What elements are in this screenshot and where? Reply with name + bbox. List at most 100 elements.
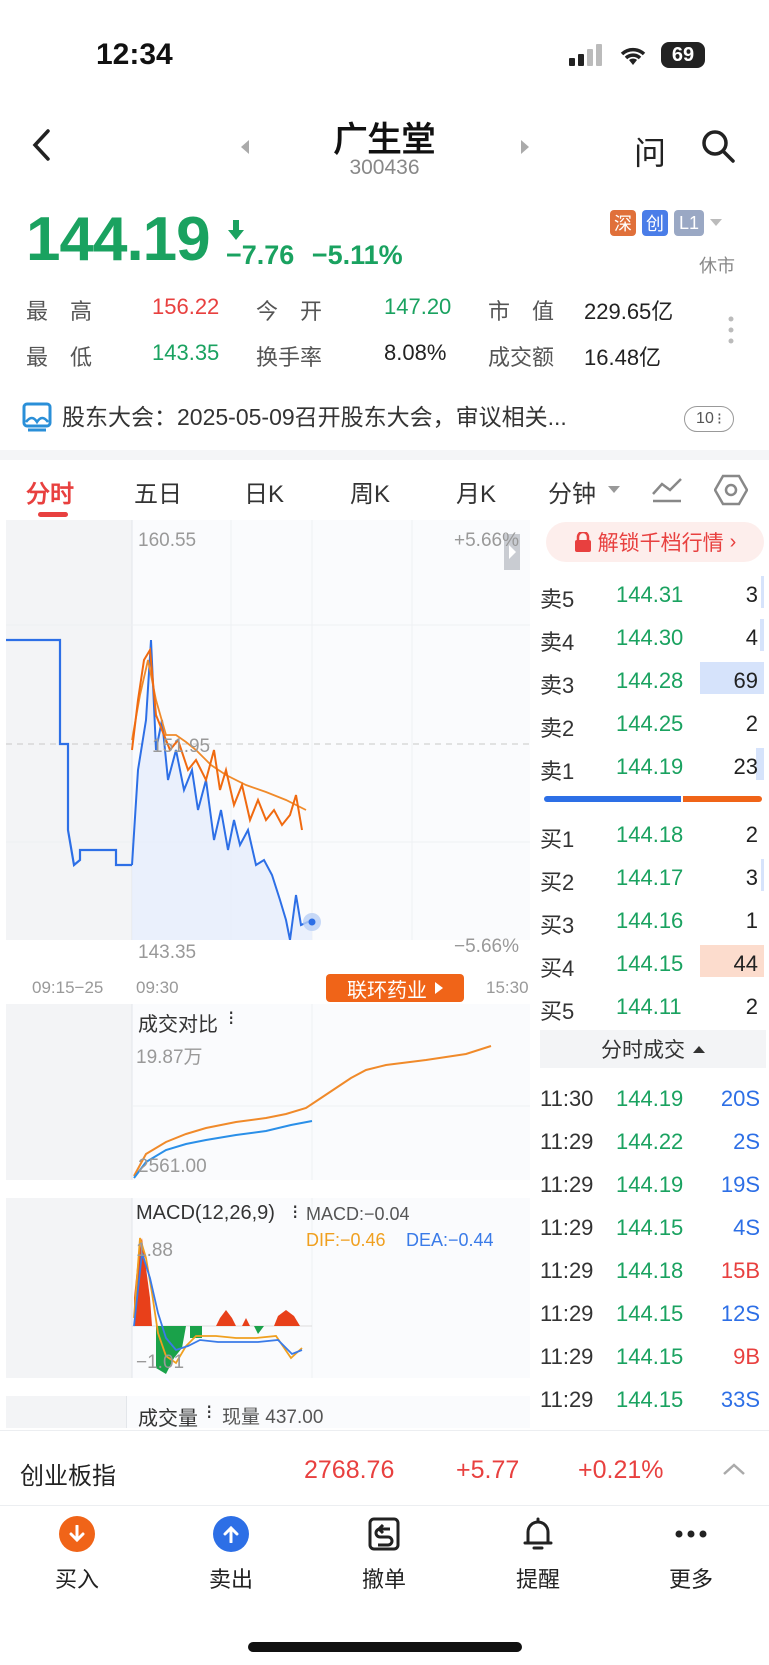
order-vol: 1 [745, 908, 758, 933]
price-down-arrow-icon [228, 220, 244, 240]
tab-daily-k[interactable]: 日K [244, 474, 284, 509]
macd-title[interactable]: MACD(12,26,9) [136, 1202, 275, 1225]
trade-time: 11:29 [540, 1172, 594, 1197]
order-book-ask-row[interactable]: 卖3 144.28 69 [540, 658, 764, 701]
status-icons: 69 [569, 42, 705, 68]
volume-bar [761, 859, 764, 891]
trades-title: 分时成交 [601, 1039, 685, 1062]
order-book-bid-row[interactable]: 买4 144.15 44 [540, 941, 764, 984]
tab-minute[interactable]: 分钟 [548, 474, 596, 509]
chart-mid-price: 151.95 [152, 736, 211, 757]
sell-button[interactable]: 卖出 [181, 1516, 281, 1594]
stat-label: 市 值 [488, 299, 555, 324]
shenzhen-badge: 深 [610, 210, 636, 236]
order-book-bid-row[interactable]: 买1 144.18 2 [540, 812, 764, 855]
order-book-ask-row[interactable]: 卖5 144.31 3 [540, 572, 764, 615]
more-label: 更多 [668, 1567, 713, 1592]
settings-hexagon-icon[interactable] [714, 474, 748, 506]
level1-badge[interactable]: L1 [674, 210, 704, 236]
caret-up-icon [693, 1046, 705, 1053]
more-button[interactable]: 更多 [641, 1516, 741, 1594]
order-label: 卖5 [540, 587, 575, 612]
macd-top: 1.88 [136, 1240, 173, 1261]
order-vol: 2 [745, 711, 758, 736]
order-price: 144.11 [616, 994, 682, 1019]
volume-compare-bottom: 2561.00 [138, 1156, 207, 1177]
alert-button[interactable]: 提醒 [488, 1516, 588, 1594]
chevron-up-icon[interactable] [722, 1462, 746, 1476]
change-amount: −7.76 [226, 240, 295, 270]
order-label: 买2 [540, 870, 575, 895]
time-close: 15:30 [486, 978, 529, 997]
order-book-bid-row[interactable]: 买3 144.16 1 [540, 898, 764, 941]
volume-compare-title[interactable]: 成交对比 [138, 1008, 218, 1037]
trade-time: 11:29 [540, 1387, 594, 1412]
home-indicator [248, 1642, 522, 1652]
order-book-bid-row[interactable]: 买5 144.11 2 [540, 984, 764, 1027]
drawing-tool-icon[interactable] [650, 474, 684, 504]
trade-row: 11:29 144.22 2S [540, 1119, 764, 1162]
trades-header[interactable]: 分时成交 [540, 1030, 766, 1068]
order-book-ask-row[interactable]: 卖4 144.30 4 [540, 615, 764, 658]
order-price: 144.17 [616, 865, 684, 890]
chevron-down-icon[interactable] [710, 219, 722, 227]
stat-label: 成交额 [488, 345, 555, 370]
macd-chart[interactable] [6, 1198, 530, 1378]
macd-dif: DIF:−0.46 [306, 1230, 386, 1250]
order-label: 卖4 [540, 630, 575, 655]
order-vol: 2 [745, 994, 758, 1019]
chevron-down-icon[interactable] [608, 486, 620, 494]
volume-compare-chart[interactable] [6, 1004, 530, 1180]
withdraw-label: 撤单 [361, 1567, 406, 1592]
trade-vol: 12S [720, 1301, 760, 1326]
trade-vol: 33S [720, 1387, 760, 1412]
trade-row: 11:29 144.18 15B [540, 1248, 764, 1291]
trade-row: 11:29 144.15 33S [540, 1377, 764, 1420]
notice-count-badge[interactable]: 10 ⁝ [684, 406, 734, 432]
stat-value: 8.08% [384, 340, 447, 365]
chinext-badge: 创 [642, 210, 668, 236]
index-name: 创业板指 [20, 1463, 116, 1490]
stat-value: 147.20 [384, 294, 452, 319]
order-vol: 69 [733, 668, 758, 693]
order-price: 144.28 [616, 668, 684, 693]
volume-more-icon[interactable]: ⁝ [206, 1400, 212, 1425]
macd-bottom: −1.01 [136, 1352, 185, 1373]
withdraw-icon [368, 1517, 400, 1551]
trade-vol: 15B [720, 1258, 760, 1283]
macd-more-icon[interactable]: ⁝ [292, 1200, 298, 1225]
tab-monthly-k[interactable]: 月K [456, 474, 496, 509]
notice-text[interactable]: 股东大会：2025-05-09召开股东大会，审议相关... [62, 398, 567, 432]
withdraw-button[interactable]: 撤单 [334, 1516, 434, 1594]
more-vertical-icon[interactable] [728, 316, 734, 344]
order-book-ask-row[interactable]: 卖1 144.19 23 [540, 744, 764, 787]
stat-label: 最 高 [26, 299, 93, 324]
tab-weekly-k[interactable]: 周K [350, 474, 390, 509]
order-vol: 2 [745, 822, 758, 847]
ask-button[interactable]: 问 [634, 128, 666, 174]
volume-current: 现量 437.00 [222, 1407, 324, 1428]
buy-button[interactable]: 买入 [27, 1516, 127, 1594]
intraday-chart[interactable] [6, 520, 530, 940]
related-stock-tag[interactable]: 联环药业 [326, 974, 464, 1002]
unlock-depth-button[interactable]: 解锁千档行情 › [546, 522, 764, 562]
arrow-down-icon [59, 1516, 95, 1552]
buy-label: 买入 [54, 1567, 99, 1592]
tab-five-day[interactable]: 五日 [134, 474, 182, 509]
volume-compare-more-icon[interactable]: ⁝ [228, 1006, 234, 1031]
order-book-ask-row[interactable]: 卖2 144.25 2 [540, 701, 764, 744]
trade-vol: 19S [720, 1172, 760, 1197]
trade-time: 11:29 [540, 1215, 594, 1240]
order-label: 买4 [540, 956, 575, 981]
order-book-bid-row[interactable]: 买2 144.17 3 [540, 855, 764, 898]
index-change-pct: +0.21% [578, 1456, 664, 1484]
trade-vol: 9B [733, 1344, 760, 1369]
volume-title[interactable]: 成交量 [138, 1402, 198, 1431]
tab-intraday[interactable]: 分时 [26, 474, 74, 509]
trade-time: 11:29 [540, 1129, 594, 1154]
trade-vol: 2S [733, 1129, 760, 1154]
stat-value: 143.35 [152, 340, 220, 365]
search-icon[interactable] [700, 128, 736, 164]
order-price: 144.15 [616, 951, 684, 976]
stat-value: 16.48亿 [584, 345, 662, 370]
